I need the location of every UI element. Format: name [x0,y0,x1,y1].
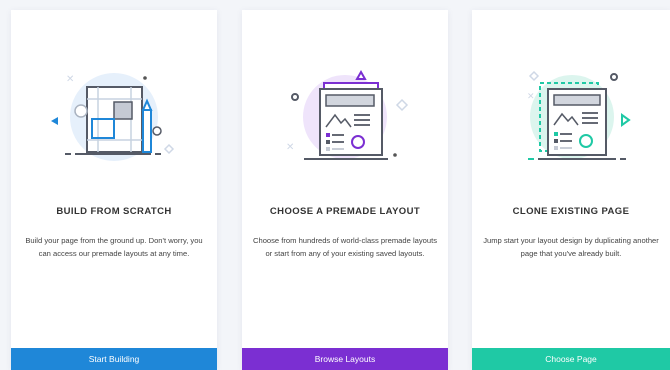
card-description: Build your page from the ground up. Don'… [25,236,203,258]
build-from-scratch-card[interactable]: ✕ BUILD FROM SCRATCH Build your page fro… [11,10,217,370]
browse-layouts-button[interactable]: Browse Layouts [242,348,448,370]
clone-page-illustration: ✕ [527,70,631,160]
choose-premade-layout-card[interactable]: ✕ CHOOSE A PREMADE LAYOUT Choose from hu… [242,10,448,370]
start-building-button[interactable]: Start Building [11,348,217,370]
svg-text:✕: ✕ [66,74,74,85]
card-description: Jump start your layout design by duplica… [483,236,659,258]
choose-page-button[interactable]: Choose Page [472,348,670,370]
svg-text:✕: ✕ [527,92,535,102]
card-title: CLONE EXISTING PAGE [512,206,630,217]
blueprint-illustration: ✕ [51,73,175,161]
card-title: BUILD FROM SCRATCH [56,206,172,217]
clone-existing-page-card[interactable]: ✕ CLONE EXISTING PAGE Jump start your la… [472,10,670,370]
card-description: Choose from hundreds of world-class prem… [252,236,438,258]
premade-layout-illustration: ✕ [286,69,409,160]
card-title: CHOOSE A PREMADE LAYOUT [269,206,421,217]
svg-text:✕: ✕ [286,142,294,153]
